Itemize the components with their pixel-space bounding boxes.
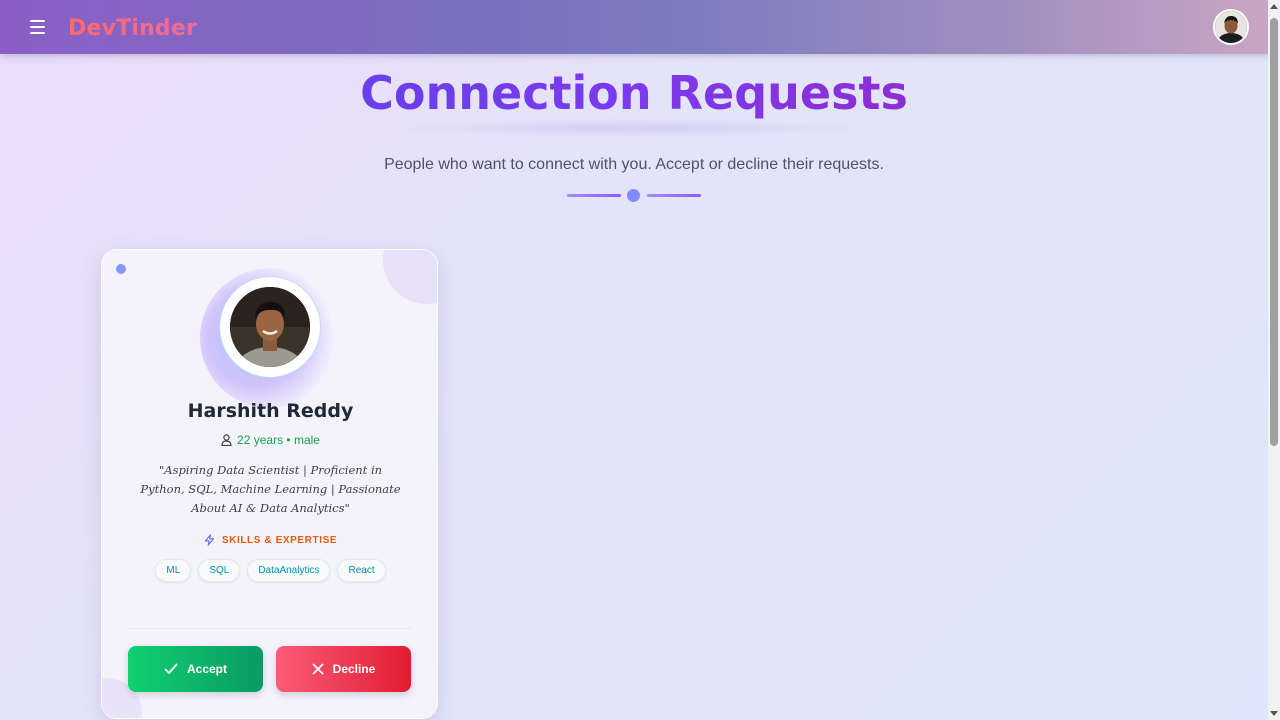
skill-chip: ML <box>155 559 192 582</box>
page-subtitle: People who want to connect with you. Acc… <box>384 156 884 173</box>
page-title: Connection Requests <box>0 66 1268 120</box>
user-icon <box>221 434 232 446</box>
page-scrollbar[interactable] <box>1268 0 1280 720</box>
scroll-down-arrow-icon[interactable] <box>1270 711 1278 716</box>
hamburger-menu-icon[interactable] <box>30 18 48 36</box>
divider-line-left <box>567 194 621 197</box>
scrollbar-thumb[interactable] <box>1270 18 1278 446</box>
decline-button-label: Decline <box>332 662 376 676</box>
card-divider <box>128 628 412 629</box>
navbar: DevTinder <box>0 0 1268 54</box>
close-icon <box>312 663 324 675</box>
divider-dot <box>627 189 640 202</box>
user-meta: 22 years • male <box>102 433 437 447</box>
skills-list: ML SQL DataAnalytics React <box>102 559 437 582</box>
brand-logo[interactable]: DevTinder <box>68 16 197 41</box>
profile-photo <box>230 287 310 367</box>
skills-title: SKILLS & EXPERTISE <box>102 534 437 546</box>
card-decoration <box>383 250 437 304</box>
user-avatar[interactable] <box>1213 9 1249 45</box>
accept-button-label: Accept <box>186 662 227 676</box>
skill-chip: SQL <box>198 559 241 582</box>
user-name: Harshith Reddy <box>187 400 354 422</box>
accept-button[interactable]: Accept <box>128 646 263 692</box>
scroll-up-arrow-icon[interactable] <box>1270 4 1278 9</box>
user-bio: "Aspiring Data Scientist | Proficient in… <box>140 463 401 515</box>
divider-line-right <box>647 194 701 197</box>
check-icon <box>164 663 178 674</box>
skill-chip: DataAnalytics <box>247 559 331 582</box>
skills-title-label: SKILLS & EXPERTISE <box>221 534 338 546</box>
lightning-icon <box>204 534 214 546</box>
status-dot <box>116 264 126 274</box>
age-gender-text: 22 years • male <box>237 433 320 447</box>
skill-chip: React <box>337 559 386 582</box>
request-card: Harshith Reddy 22 years • male "Aspiring… <box>101 249 438 719</box>
title-glow <box>390 118 880 138</box>
decline-button[interactable]: Decline <box>276 646 411 692</box>
